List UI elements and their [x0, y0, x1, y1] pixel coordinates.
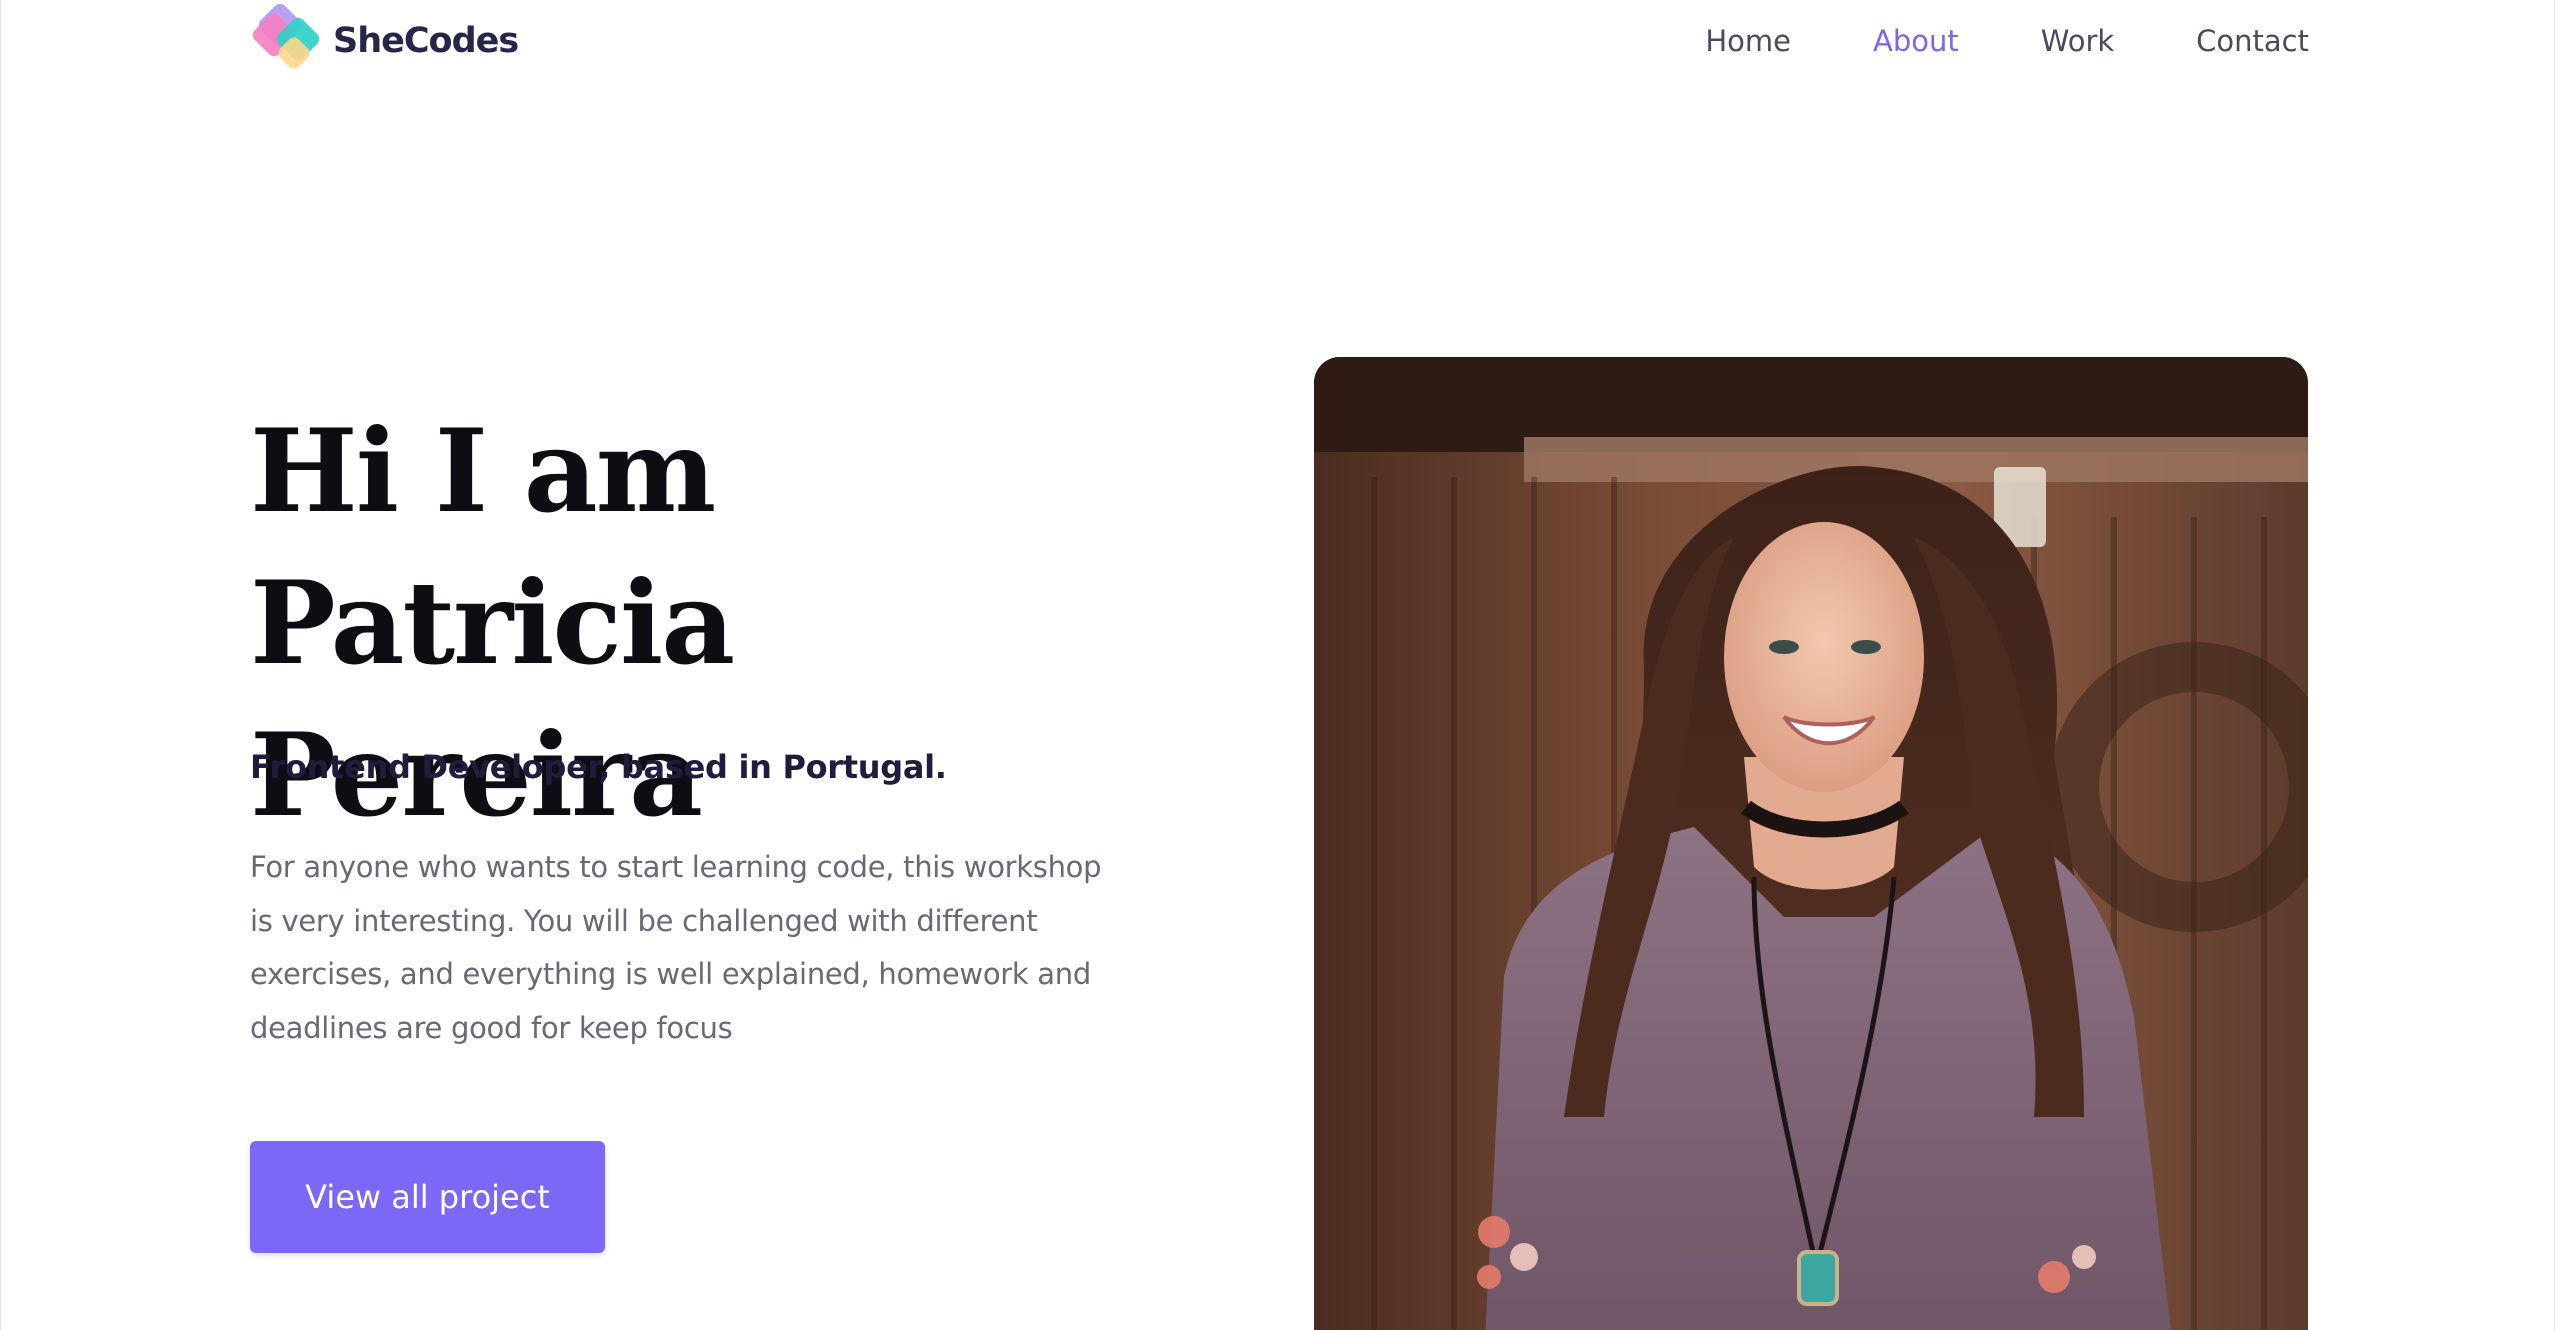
- main-nav: Home About Work Contact: [1623, 24, 2309, 58]
- nav-item-work[interactable]: Work: [2041, 24, 2114, 58]
- nav-item-about[interactable]: About: [1873, 24, 1959, 58]
- profile-photo: [1314, 357, 2308, 1330]
- hero-description: For anyone who wants to start learning c…: [250, 850, 1102, 1045]
- hero-subtitle: Frontend Developer, based in Portugal.: [250, 748, 947, 786]
- brand-logo[interactable]: SheCodes: [249, 0, 519, 80]
- nav-item-home[interactable]: Home: [1705, 24, 1791, 58]
- nav-item-contact[interactable]: Contact: [2196, 24, 2309, 58]
- shecodes-logo-icon: [249, 0, 335, 80]
- brand-name: SheCodes: [333, 21, 519, 61]
- view-all-projects-button[interactable]: View all project: [250, 1141, 605, 1253]
